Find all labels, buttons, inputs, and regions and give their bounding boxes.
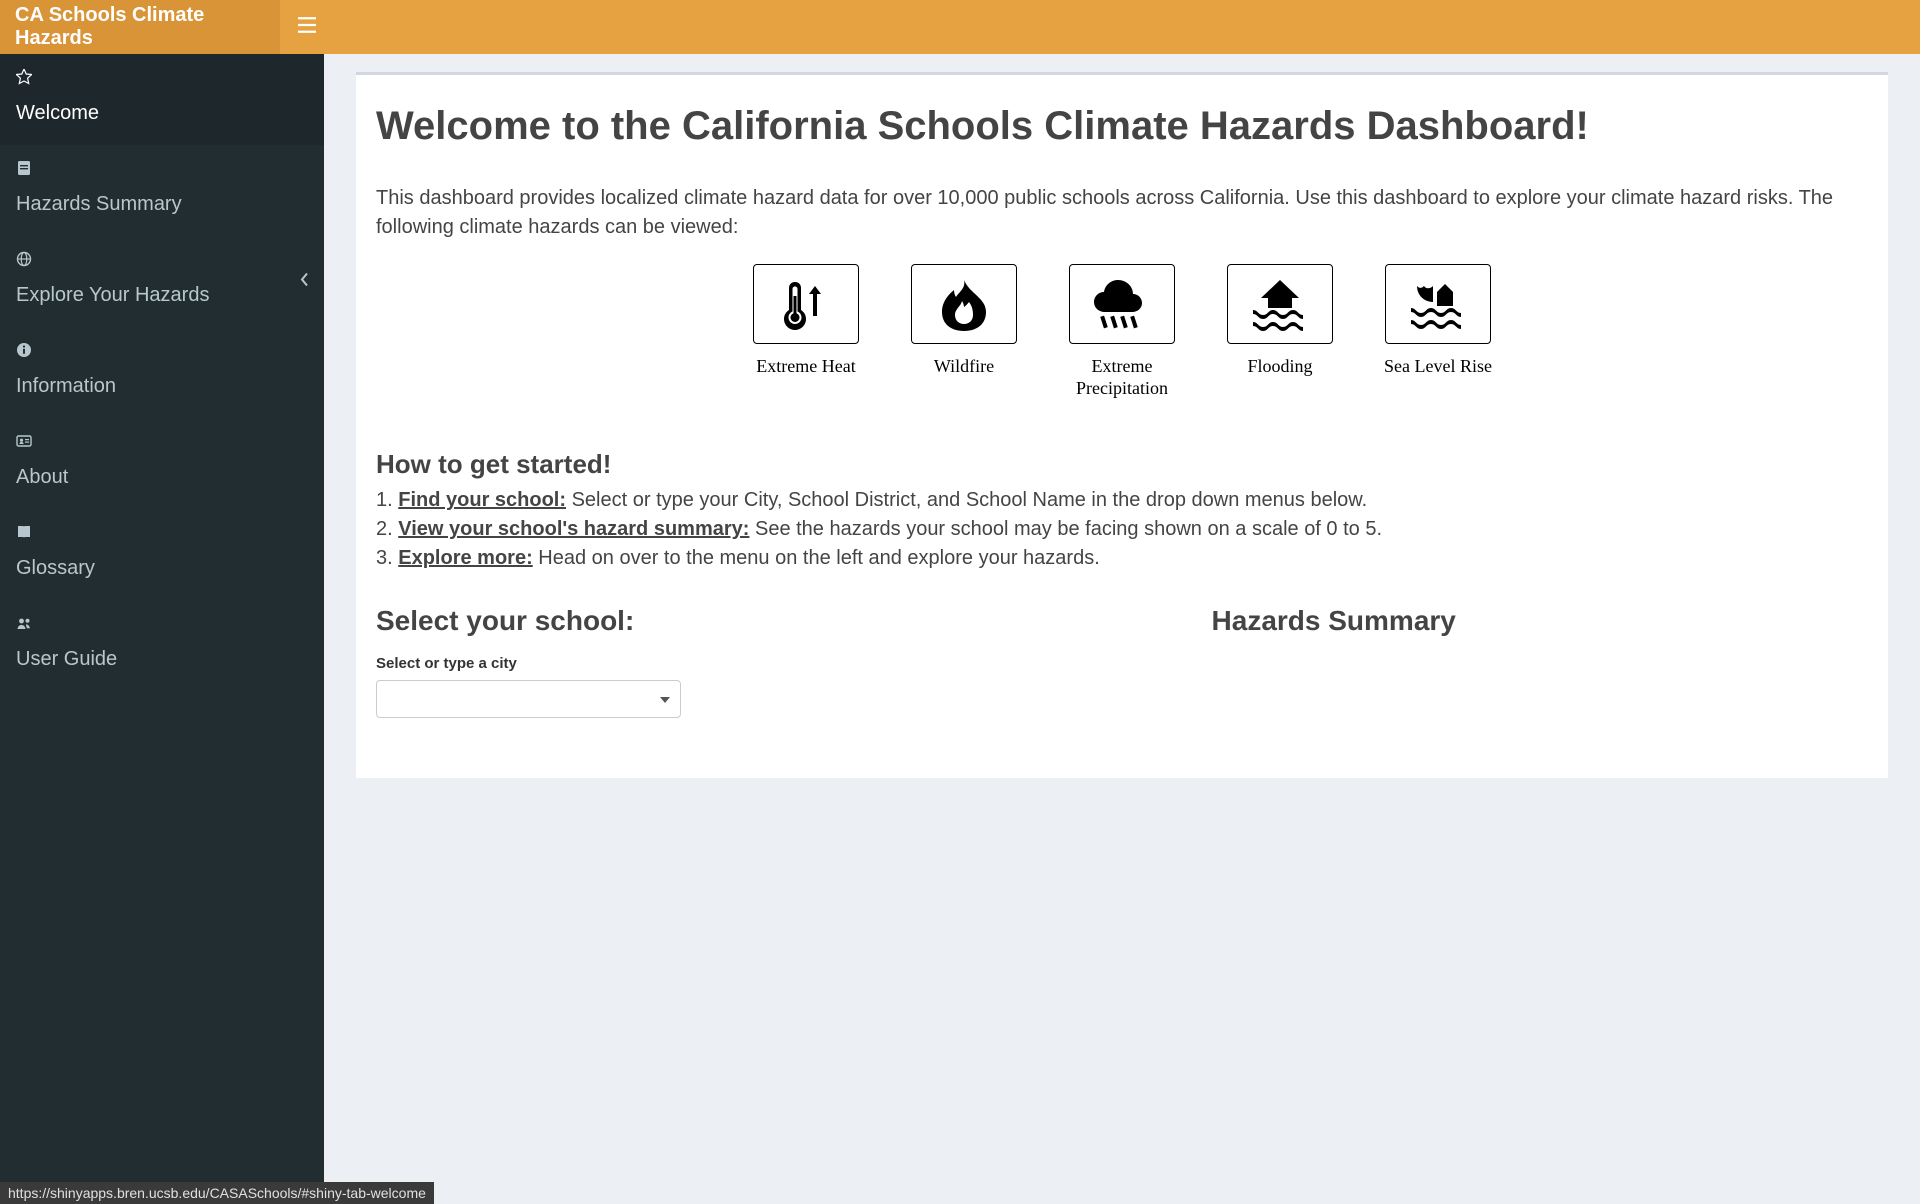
hazards-summary-heading: Hazards Summary [1212, 605, 1868, 637]
sidebar-item-label: Hazards Summary [16, 193, 182, 215]
chevron-left-icon [300, 272, 310, 291]
users-icon [16, 615, 308, 636]
info-icon [16, 342, 308, 363]
howto-heading: How to get started! [376, 449, 1868, 480]
sidebar-item-hazards-summary[interactable]: Hazards Summary [0, 145, 324, 236]
sidebar-item-explore-hazards[interactable]: Explore Your Hazards [0, 236, 324, 327]
sidebar-item-user-guide[interactable]: User Guide [0, 600, 324, 691]
hazard-card-extreme-heat: Extreme Heat [741, 264, 871, 399]
hazard-card-sea-level-rise: Sea Level Rise [1373, 264, 1503, 399]
sidebar-item-label: Glossary [16, 557, 95, 579]
howto-step-2: 2. View your school's hazard summary: Se… [376, 515, 1868, 544]
hamburger-icon [298, 16, 316, 39]
sidebar: Welcome Hazards Summary Explore Your Haz… [0, 54, 324, 1204]
fire-icon [911, 264, 1017, 344]
cloud-rain-icon [1069, 264, 1175, 344]
sidebar-item-information[interactable]: Information [0, 327, 324, 418]
thermometer-up-icon [753, 264, 859, 344]
sidebar-item-label: Explore Your Hazards [16, 284, 209, 306]
sidebar-toggle-button[interactable] [280, 0, 334, 54]
hazard-card-extreme-precipitation: Extreme Precipitation [1057, 264, 1187, 399]
page-title: Welcome to the California Schools Climat… [376, 103, 1868, 150]
sea-level-icon [1385, 264, 1491, 344]
sidebar-item-glossary[interactable]: Glossary [0, 509, 324, 600]
welcome-panel: Welcome to the California Schools Climat… [356, 72, 1888, 778]
star-icon [16, 69, 308, 90]
sidebar-item-welcome[interactable]: Welcome [0, 54, 324, 145]
hazard-icons-row: Extreme Heat Wildfire Extreme Precipitat… [376, 264, 1868, 399]
howto-step-1: 1. Find your school: Select or type your… [376, 486, 1868, 515]
select-school-heading: Select your school: [376, 605, 1172, 637]
caret-down-icon [660, 690, 670, 708]
note-icon [16, 160, 308, 181]
app-title: CA Schools Climate Hazards [0, 0, 280, 54]
hazard-label: Flooding [1215, 356, 1345, 378]
hazard-label: Extreme Heat [741, 356, 871, 378]
main-content: Welcome to the California Schools Climat… [324, 54, 1920, 1180]
app-header: CA Schools Climate Hazards [0, 0, 1920, 54]
hazard-label: Extreme Precipitation [1057, 356, 1187, 399]
globe-icon [16, 251, 308, 272]
city-select[interactable] [376, 680, 681, 718]
sidebar-item-about[interactable]: About [0, 418, 324, 509]
hazard-label: Sea Level Rise [1373, 356, 1503, 378]
idcard-icon [16, 433, 308, 454]
hazard-card-flooding: Flooding [1215, 264, 1345, 399]
intro-text: This dashboard provides localized climat… [376, 184, 1868, 242]
sidebar-item-label: Information [16, 375, 116, 397]
book-icon [16, 524, 308, 545]
status-url: https://shinyapps.bren.ucsb.edu/CASAScho… [0, 1182, 434, 1204]
city-field-label: Select or type a city [376, 655, 1172, 672]
hazard-label: Wildfire [899, 356, 1029, 378]
hazard-card-wildfire: Wildfire [899, 264, 1029, 399]
sidebar-item-label: Welcome [16, 102, 99, 124]
howto-steps: 1. Find your school: Select or type your… [376, 486, 1868, 573]
sidebar-item-label: User Guide [16, 648, 117, 670]
flood-icon [1227, 264, 1333, 344]
howto-step-3: 3. Explore more: Head on over to the men… [376, 544, 1868, 573]
sidebar-item-label: About [16, 466, 68, 488]
